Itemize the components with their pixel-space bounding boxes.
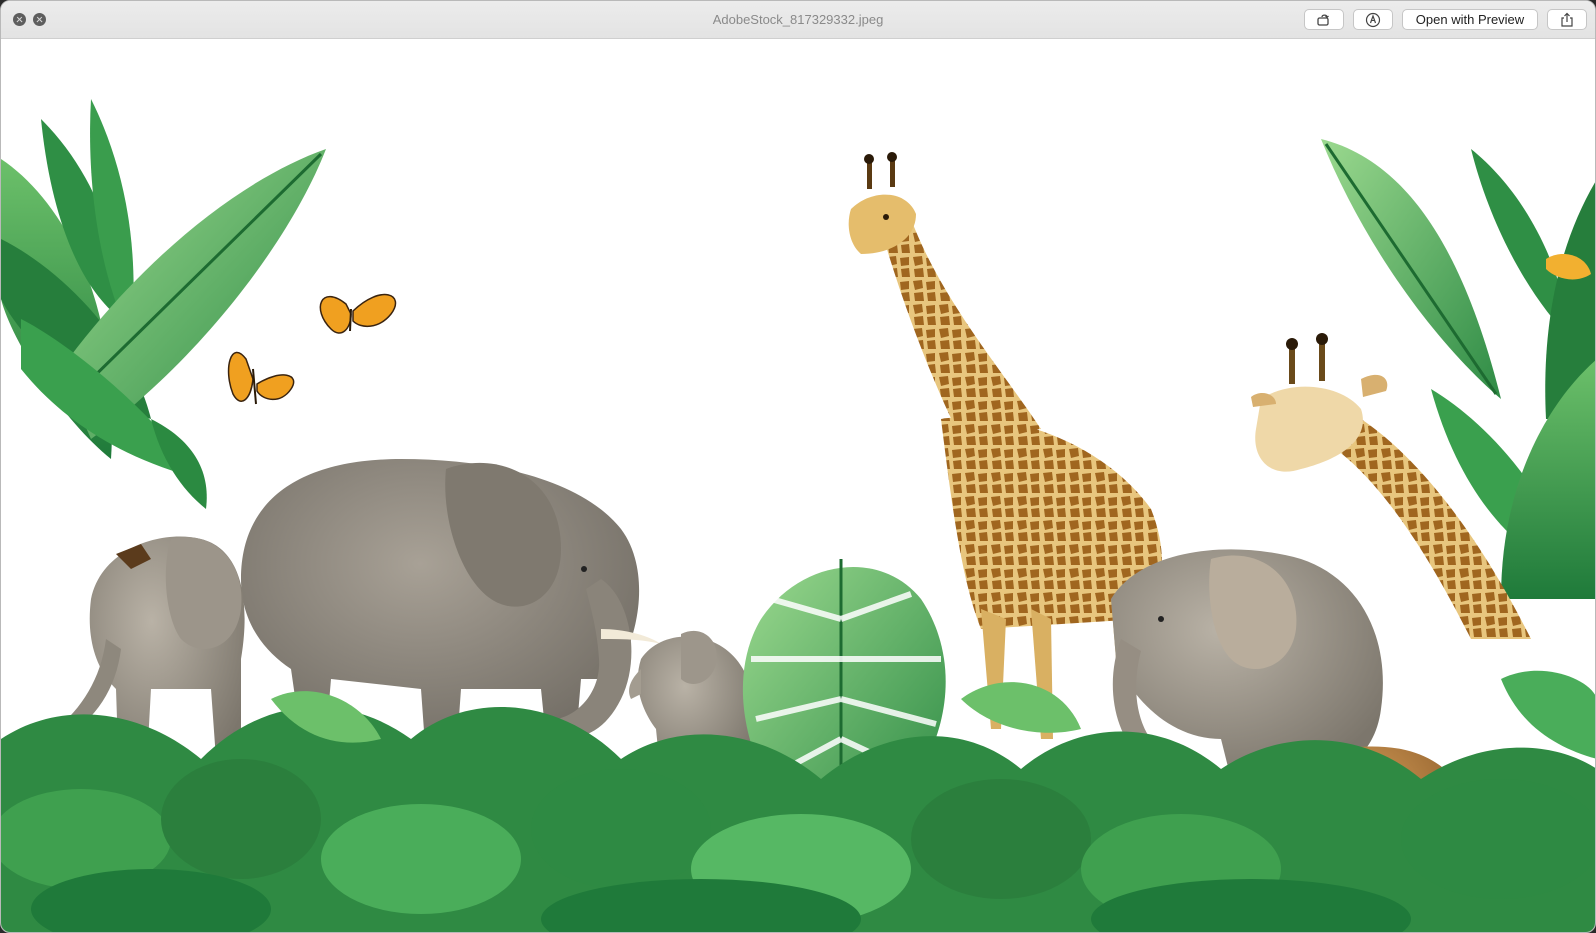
markup-button[interactable] xyxy=(1353,9,1393,30)
rotate-icon xyxy=(1317,13,1329,26)
left-palm-foliage xyxy=(1,99,326,509)
rotate-button[interactable] xyxy=(1304,9,1344,30)
jungle-animals-image xyxy=(1,99,1595,932)
markup-pen-icon xyxy=(1365,12,1381,27)
butterfly-middle xyxy=(227,351,295,405)
share-icon xyxy=(1561,12,1573,27)
butterfly-top xyxy=(319,293,397,334)
image-canvas xyxy=(1,39,1595,932)
preview-window: AdobeStock_817329332.jpeg Open with Prev… xyxy=(0,0,1596,933)
share-button[interactable] xyxy=(1547,9,1587,30)
open-with-preview-button[interactable]: Open with Preview xyxy=(1402,9,1538,30)
title-bar: AdobeStock_817329332.jpeg Open with Prev… xyxy=(1,1,1595,39)
